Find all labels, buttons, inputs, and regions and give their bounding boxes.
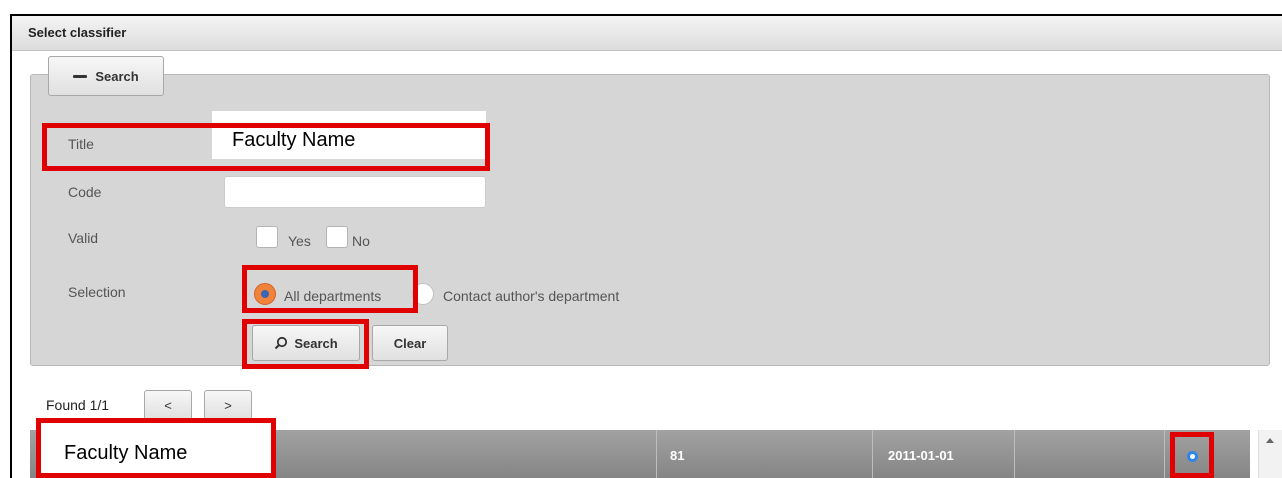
- dialog-title: Select classifier: [12, 16, 1282, 51]
- code-label: Code: [68, 184, 102, 200]
- contact-department-label: Contact author's department: [443, 288, 620, 304]
- row-code-cell: 81: [670, 448, 685, 463]
- highlight-search-button: [242, 319, 369, 369]
- column-divider: [872, 430, 873, 478]
- prev-page-button[interactable]: <: [144, 390, 192, 420]
- valid-yes-checkbox[interactable]: [256, 226, 278, 248]
- highlight-row-radio: [1170, 432, 1214, 478]
- search-toggle-label: Search: [95, 68, 139, 84]
- valid-no-checkbox[interactable]: [326, 226, 348, 248]
- highlight-all-departments: [242, 265, 418, 313]
- search-toggle-button[interactable]: Search: [48, 56, 164, 96]
- scrollbar[interactable]: [1258, 430, 1282, 478]
- row-date-cell: 2011-01-01: [888, 448, 954, 463]
- highlight-row-name: [36, 418, 276, 478]
- valid-yes-label: Yes: [288, 233, 311, 249]
- clear-button[interactable]: Clear: [372, 325, 448, 361]
- selection-label: Selection: [68, 284, 126, 300]
- minus-icon: [73, 74, 88, 78]
- scroll-up-icon[interactable]: [1266, 438, 1274, 443]
- column-divider: [1164, 430, 1165, 478]
- found-count: Found 1/1: [46, 397, 110, 413]
- code-input[interactable]: [224, 176, 486, 208]
- column-divider: [1014, 430, 1015, 478]
- valid-no-label: No: [352, 233, 370, 249]
- next-page-button[interactable]: >: [204, 390, 252, 420]
- highlight-title-row: [42, 123, 490, 171]
- valid-label: Valid: [68, 230, 99, 246]
- column-divider: [656, 430, 657, 478]
